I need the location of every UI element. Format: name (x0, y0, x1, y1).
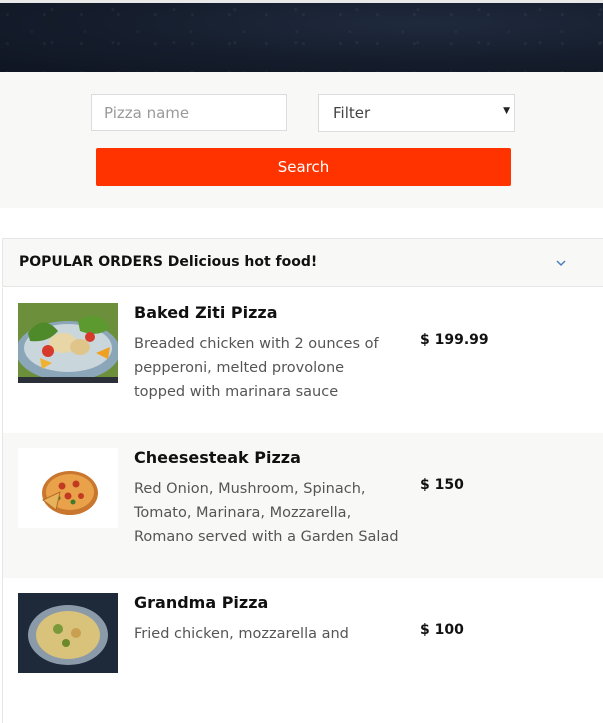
item-price: $ 150 (420, 477, 464, 493)
menu-item[interactable]: Grandma Pizza Fried chicken, mozzarella … (2, 578, 603, 723)
section-gap (0, 208, 603, 238)
filter-select[interactable]: Filter ▼ (318, 94, 515, 132)
popular-orders-title: POPULAR ORDERS Delicious hot food! (19, 254, 318, 270)
pizza-image (18, 593, 118, 673)
item-name[interactable]: Cheesesteak Pizza (134, 448, 301, 467)
item-name[interactable]: Grandma Pizza (134, 593, 268, 612)
item-price: $ 199.99 (420, 332, 489, 348)
pizza-name-input[interactable] (91, 94, 287, 131)
item-price: $ 100 (420, 622, 464, 638)
chevron-down-icon[interactable] (554, 256, 568, 270)
item-description: Fried chicken, mozzarella and (134, 626, 349, 642)
search-panel: Filter ▼ Search (0, 72, 603, 209)
menu-item[interactable]: Cheesesteak Pizza Red Onion, Mushroom, S… (2, 433, 603, 578)
filter-select-value: Filter (333, 104, 371, 122)
pizza-image (18, 448, 118, 528)
item-name[interactable]: Baked Ziti Pizza (134, 303, 278, 322)
search-button[interactable]: Search (96, 148, 511, 186)
item-description: Red Onion, Mushroom, Spinach, Tomato, Ma… (134, 481, 399, 545)
popular-orders-header[interactable]: POPULAR ORDERS Delicious hot food! (2, 238, 603, 287)
menu-item[interactable]: Baked Ziti Pizza Breaded chicken with 2 … (2, 288, 603, 433)
item-description: Breaded chicken with 2 ounces of peppero… (134, 336, 379, 400)
hero-banner (0, 3, 603, 72)
pizza-image (18, 303, 118, 383)
caret-down-icon: ▼ (503, 106, 510, 116)
